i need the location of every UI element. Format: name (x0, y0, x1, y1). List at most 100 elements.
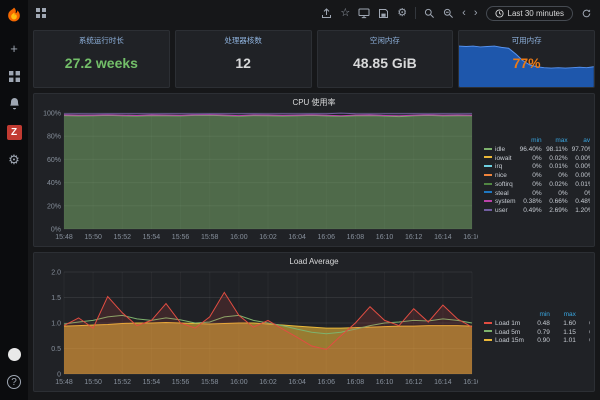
legend-col-max[interactable]: max (552, 311, 578, 320)
grafana-flame-icon (4, 6, 24, 26)
x-axis-tick: 15:48 (55, 234, 73, 241)
y-axis-tick: 1.5 (51, 295, 61, 302)
clock-icon (495, 9, 504, 18)
legend-series-steal[interactable]: steal (482, 190, 518, 199)
legend-value-min: 0.79 (526, 329, 552, 338)
legend-series-name[interactable]: Load 1m (495, 320, 520, 327)
legend-value-max: 0% (544, 172, 570, 181)
help-icon: ? (7, 375, 21, 389)
legend-col-min[interactable]: min (526, 311, 552, 320)
legend-series-name[interactable]: steal (495, 190, 509, 197)
x-axis-tick: 16:14 (434, 379, 452, 386)
save-icon[interactable] (378, 8, 389, 19)
series-area-idle (64, 115, 472, 229)
legend-value-max: 1.15 (552, 329, 578, 338)
legend-series-load-15m[interactable]: Load 15m (482, 337, 526, 346)
legend-series-name[interactable]: Load 5m (495, 329, 520, 336)
x-axis-tick: 16:14 (434, 234, 452, 241)
user-avatar[interactable] (3, 343, 25, 365)
legend-row: iowait0%0.02%0.00% (482, 155, 590, 164)
load-graph-body: 2.01.51.00.5015:4815:5015:5215:5415:5615… (38, 268, 590, 389)
stat-title: 系统运行时长 (34, 35, 169, 46)
zoom-out-icon[interactable] (443, 8, 454, 19)
legend-series-idle[interactable]: idle (482, 146, 518, 155)
legend-series-iowait[interactable]: iowait (482, 155, 518, 164)
stat-value: 77% (513, 55, 541, 71)
legend-value-min: 0.38% (518, 198, 544, 207)
legend-row: irq0%0.01%0.00% (482, 163, 590, 172)
cpu-chart-canvas[interactable]: 100%80%60%40%20%0%15:4815:5015:5215:5415… (38, 109, 478, 241)
stat-value: 48.85 GiB (353, 55, 417, 71)
legend-col-max[interactable]: max (544, 137, 570, 146)
stat-value: 12 (235, 55, 251, 71)
time-shift-forward-icon[interactable]: › (474, 8, 478, 19)
legend-series-irq[interactable]: irq (482, 163, 518, 172)
legend-series-name[interactable]: Load 15m (495, 337, 524, 344)
legend-value-max: 2.69% (544, 207, 570, 216)
x-axis-tick: 15:50 (84, 379, 102, 386)
legend-value-avg: 0% (570, 190, 590, 199)
legend-value-avg: 0.95 (578, 337, 590, 346)
legend-series-name[interactable]: system (495, 198, 516, 205)
avatar-circle-icon (8, 348, 21, 361)
topbar: ☆ ⚙ (28, 0, 600, 26)
x-axis-tick: 16:10 (376, 234, 394, 241)
x-axis-tick: 16:02 (259, 234, 277, 241)
x-axis-tick: 15:54 (143, 234, 161, 241)
x-axis-tick: 16:08 (347, 234, 365, 241)
time-range-picker[interactable]: Last 30 minutes (486, 6, 573, 21)
x-axis-tick: 16:12 (405, 379, 423, 386)
cpu-graph-body: 100%80%60%40%20%0%15:4815:5015:5215:5415… (38, 109, 590, 244)
stat-panel-uptime: 系统运行时长 27.2 weeks (33, 30, 170, 88)
y-axis-tick: 100% (43, 111, 61, 118)
legend-col-avg[interactable]: avg (570, 137, 590, 146)
legend-series-softirq[interactable]: softirq (482, 181, 518, 190)
share-icon[interactable] (321, 8, 332, 19)
x-axis-tick: 15:58 (201, 234, 219, 241)
sidebar-item-create[interactable]: + (3, 37, 25, 59)
legend-row: Load 5m0.791.150.95 (482, 329, 590, 338)
legend-col-min[interactable]: min (518, 137, 544, 146)
sidebar-item-zabbix[interactable]: Z (3, 121, 25, 143)
stat-panel-available-memory: 可用内存 77% (458, 30, 595, 88)
legend-series-name[interactable]: iowait (495, 155, 512, 162)
cpu-usage-panel: CPU 使用率 100%80%60%40%20%0%15:4815:5015:5… (33, 93, 595, 247)
stat-title: 空闲内存 (318, 35, 453, 46)
legend-series-name[interactable]: softirq (495, 181, 513, 188)
time-shift-back-icon[interactable]: ‹ (462, 8, 466, 19)
legend-series-system[interactable]: system (482, 198, 518, 207)
x-axis-tick: 16:10 (376, 379, 394, 386)
x-axis-tick: 16:08 (347, 379, 365, 386)
legend-series-name[interactable]: irq (495, 163, 502, 170)
search-icon[interactable] (424, 8, 435, 19)
dashboard-settings-icon[interactable]: ⚙ (397, 8, 407, 19)
legend-col-series (482, 137, 518, 146)
refresh-icon[interactable] (581, 8, 592, 19)
legend-series-name[interactable]: idle (495, 146, 505, 153)
sidebar-item-help[interactable]: ? (3, 371, 25, 393)
load-chart-canvas[interactable]: 2.01.51.00.5015:4815:5015:5215:5415:5615… (38, 268, 478, 386)
series-color-dash-icon (484, 174, 492, 176)
sidebar-item-dashboards[interactable] (3, 65, 25, 87)
grafana-logo[interactable] (4, 6, 24, 26)
legend-col-avg[interactable]: avg (578, 311, 590, 320)
panel-title[interactable]: Load Average (38, 255, 590, 268)
series-color-dash-icon (484, 339, 492, 341)
legend-row: idle96.40%98.11%97.70% (482, 146, 590, 155)
x-axis-tick: 15:52 (114, 379, 132, 386)
panel-title[interactable]: CPU 使用率 (38, 96, 590, 109)
legend-series-name[interactable]: user (495, 207, 508, 214)
sidebar-item-alerting[interactable] (3, 93, 25, 115)
legend-row: Load 15m0.901.010.95 (482, 337, 590, 346)
sidebar-item-configuration[interactable]: ⚙ (3, 149, 25, 171)
legend-series-user[interactable]: user (482, 207, 518, 216)
tv-mode-icon[interactable] (358, 8, 370, 19)
legend-series-load-1m[interactable]: Load 1m (482, 320, 526, 329)
legend-value-avg: 0.48% (570, 198, 590, 207)
legend-series-nice[interactable]: nice (482, 172, 518, 181)
x-axis-tick: 15:50 (84, 234, 102, 241)
dashboard-picker-grid-icon[interactable] (36, 8, 46, 18)
legend-series-name[interactable]: nice (495, 172, 507, 179)
star-icon[interactable]: ☆ (340, 8, 350, 19)
legend-series-load-5m[interactable]: Load 5m (482, 329, 526, 338)
